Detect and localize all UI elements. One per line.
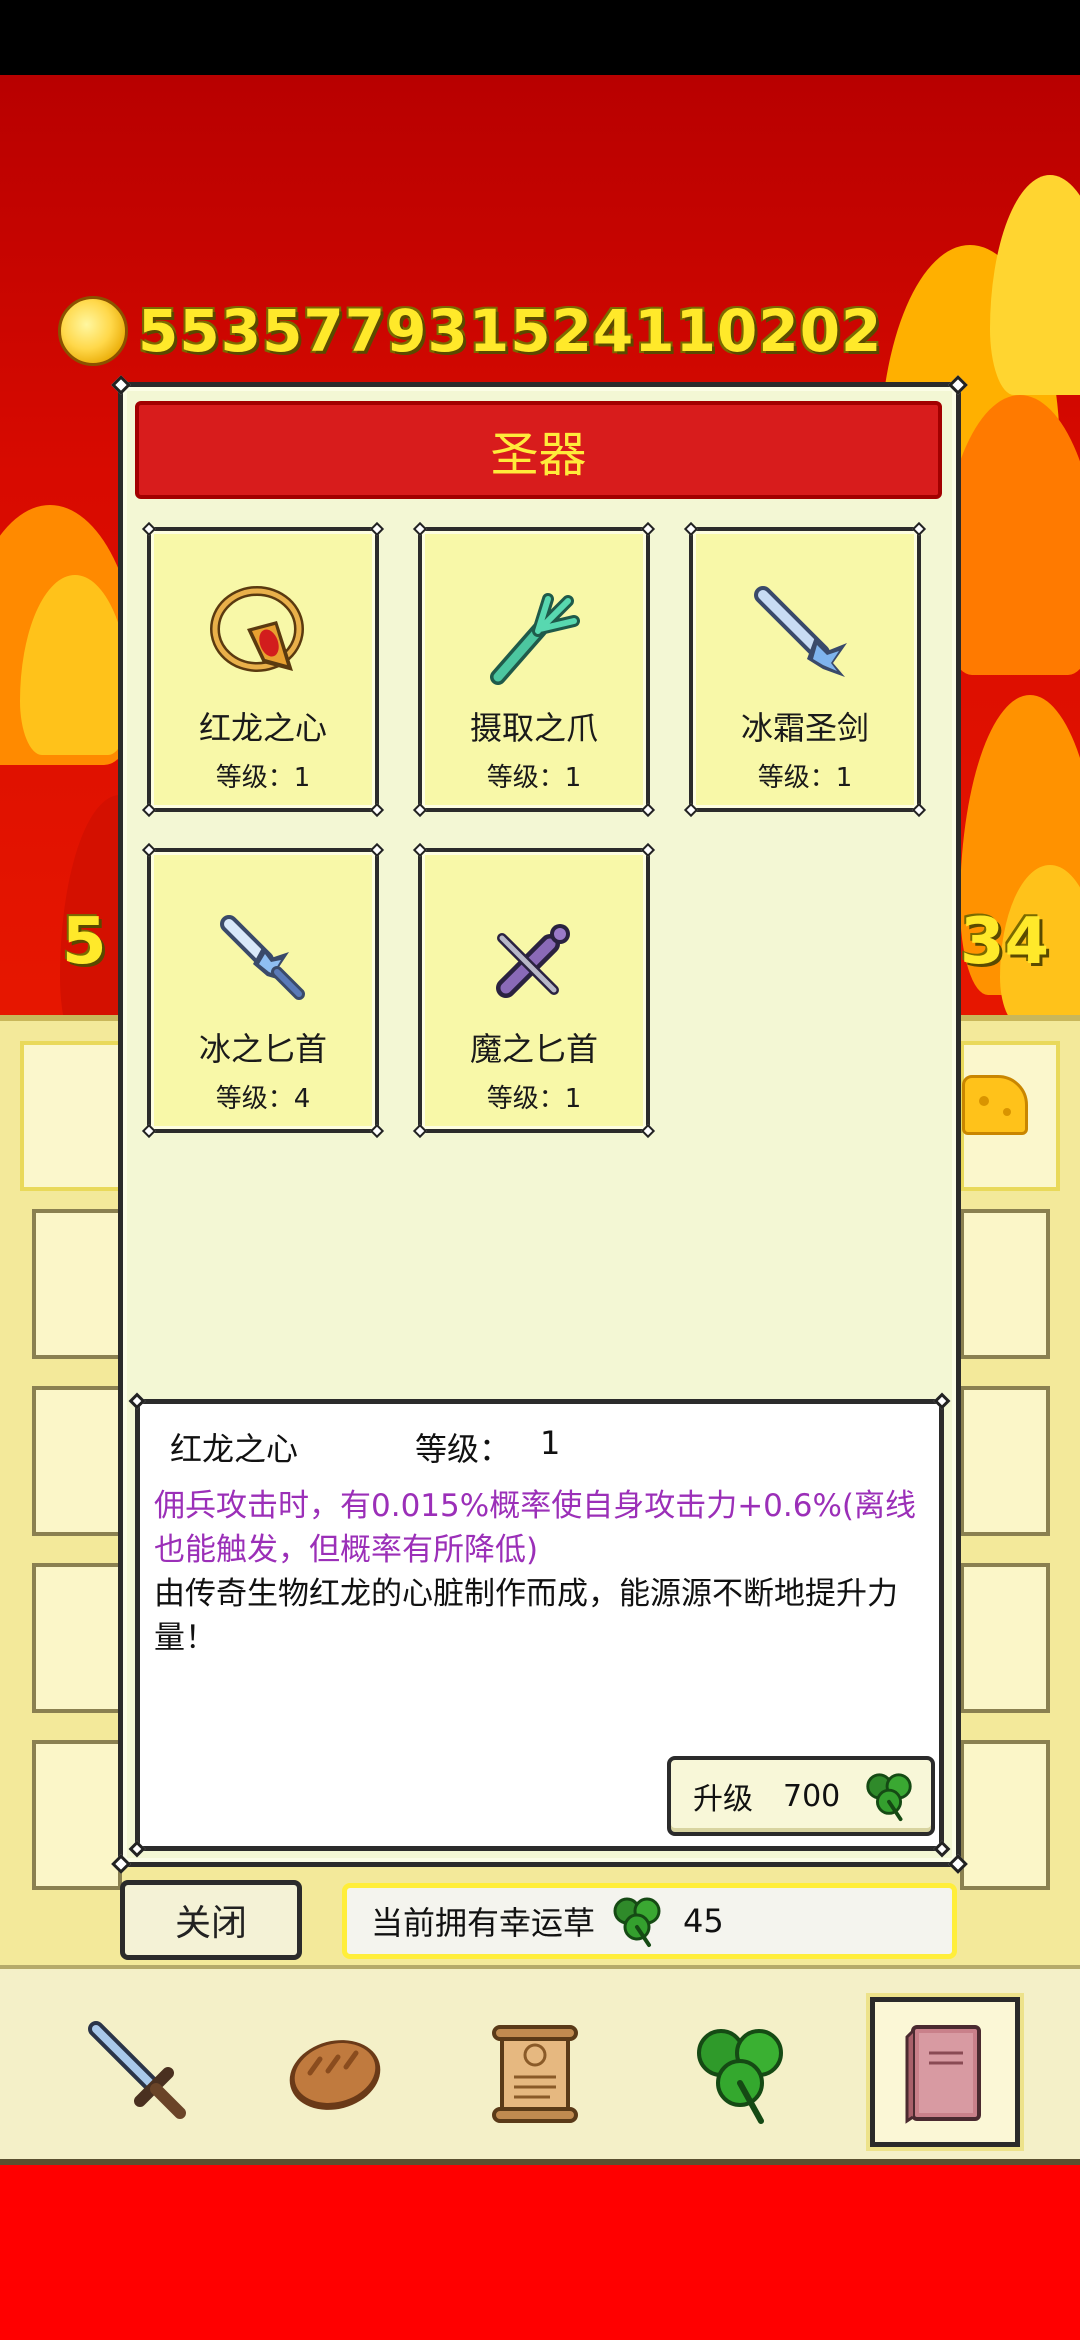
relic-card-ice-dagger[interactable]: 冰之匕首 等级：4 xyxy=(141,842,385,1139)
gold-coin-icon xyxy=(58,296,128,366)
book-icon xyxy=(905,2025,981,2124)
relic-name: 摄取之爪 xyxy=(469,709,598,747)
relic-dialog: 圣器 红龙之心 等级：1 摄取之爪 等级：1 冰霜圣剑 等级：1 冰之匕首 等级… xyxy=(111,375,968,1874)
sword-icon xyxy=(88,2021,186,2119)
detail-description-text: 由传奇生物红龙的心脏制作而成，能源源不断地提升力量！ xyxy=(154,1576,898,1656)
clover-icon xyxy=(613,1897,661,1947)
clover-icon xyxy=(697,2029,783,2124)
relic-level: 等级：1 xyxy=(486,763,582,793)
cheese-icon xyxy=(962,1075,1028,1135)
partial-left-number: 5 xyxy=(62,905,107,979)
close-label: 关闭 xyxy=(174,1903,247,1944)
relic-name: 冰霜圣剑 xyxy=(740,709,869,747)
detail-effect-text: 佣兵攻击时，有0.015%概率使自身攻击力+0.6%(离线也能触发，但概率有所降… xyxy=(154,1488,917,1568)
status-bar xyxy=(0,0,1080,75)
relic-card-frost-sword[interactable]: 冰霜圣剑 等级：1 xyxy=(683,521,927,818)
relic-level: 等级：1 xyxy=(486,1084,582,1114)
clover-balance-label: 当前拥有幸运草 xyxy=(371,1904,596,1942)
coin-counter: 553577931524110202 xyxy=(58,296,882,366)
red-dragon-heart-amulet-icon xyxy=(210,586,304,672)
nav-book-button[interactable] xyxy=(866,1993,1024,2151)
nav-clover-button[interactable] xyxy=(665,1997,815,2147)
bottom-navigation xyxy=(0,1965,1080,2165)
detail-level-value: 1 xyxy=(540,1424,561,1462)
relic-detail-panel: 红龙之心 等级： 1 佣兵攻击时，有0.015%概率使自身攻击力+0.6%(离线… xyxy=(128,1392,951,1858)
coin-amount: 553577931524110202 xyxy=(138,297,883,365)
scroll-icon xyxy=(492,2025,578,2123)
relic-level: 等级：1 xyxy=(757,763,853,793)
clover-balance-bar: 当前拥有幸运草 45 xyxy=(342,1883,957,1959)
relic-name: 红龙之心 xyxy=(198,709,327,747)
relic-card-claw[interactable]: 摄取之爪 等级：1 xyxy=(412,521,656,818)
bottom-background xyxy=(0,2165,1080,2340)
relic-name: 魔之匕首 xyxy=(469,1030,598,1068)
relic-name: 冰之匕首 xyxy=(198,1030,327,1068)
detail-relic-name: 红龙之心 xyxy=(170,1430,299,1468)
claw-icon xyxy=(490,593,580,685)
clover-icon xyxy=(866,1773,912,1822)
detail-level-label: 等级： xyxy=(415,1430,512,1468)
dialog-title: 圣器 xyxy=(135,401,942,499)
upgrade-cost: 700 xyxy=(783,1778,841,1814)
close-button[interactable]: 关闭 xyxy=(120,1880,302,1960)
relic-level: 等级：1 xyxy=(215,763,311,793)
relic-card-red-dragon-heart[interactable]: 红龙之心 等级：1 xyxy=(141,521,385,818)
nav-sword-button[interactable] xyxy=(64,1997,214,2147)
nav-bread-button[interactable] xyxy=(260,1997,410,2147)
upgrade-label: 升级 xyxy=(693,1782,753,1817)
magic-dagger-icon xyxy=(496,924,570,998)
relic-level: 等级：4 xyxy=(215,1084,311,1114)
partial-right-number: 34 xyxy=(960,905,1050,979)
upgrade-button[interactable]: 升级 700 xyxy=(667,1756,935,1836)
bread-icon xyxy=(289,2040,381,2110)
ice-dagger-icon xyxy=(220,915,305,1000)
relic-card-magic-dagger[interactable]: 魔之匕首 等级：1 xyxy=(412,842,656,1139)
frost-sword-icon xyxy=(754,586,847,677)
clover-count: 45 xyxy=(683,1902,724,1940)
nav-scroll-button[interactable] xyxy=(460,1997,610,2147)
